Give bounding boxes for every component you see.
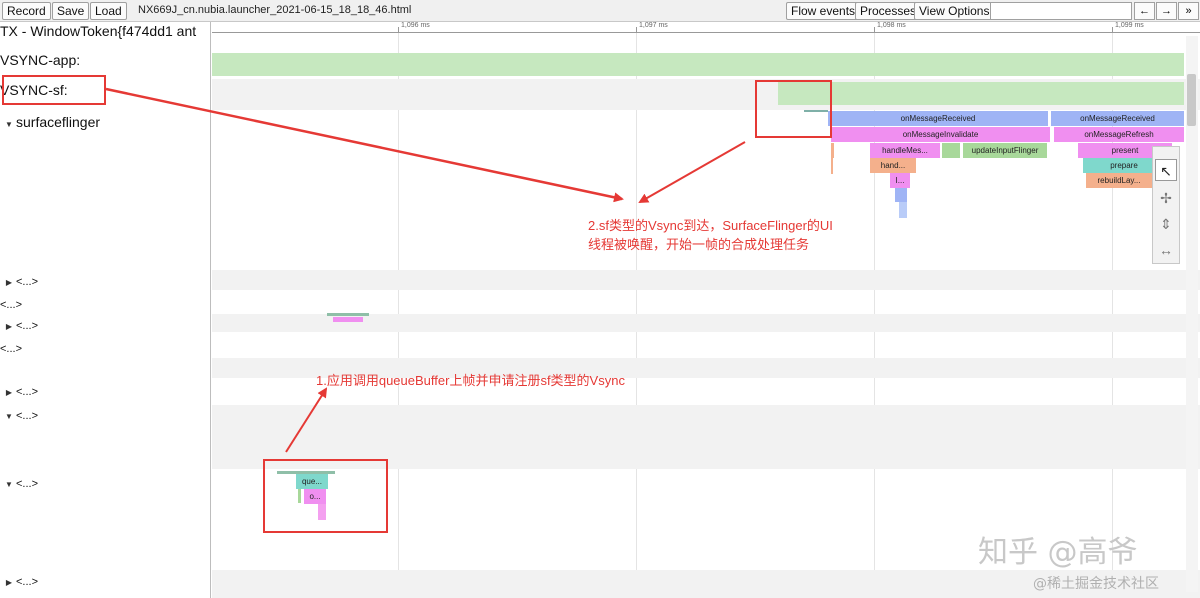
track-label-window-token: TX - WindowToken{f474dd1 ant (0, 23, 197, 39)
flow-events-button[interactable]: Flow events (786, 2, 861, 20)
search-input[interactable] (990, 2, 1132, 20)
more-button[interactable]: » (1178, 2, 1199, 20)
note-line: 2.sf类型的Vsync到达，SurfaceFlinger的UI (588, 218, 833, 233)
highlight-box-vsync-sf (2, 75, 106, 105)
small-slice[interactable] (895, 188, 907, 202)
expand-triangle-icon[interactable]: ▼ (2, 120, 16, 129)
highlight-box-queue-buffer (263, 459, 388, 533)
load-button[interactable]: Load (90, 2, 127, 20)
ruler-label: 1,099 ms (1115, 22, 1144, 29)
slice-on-message-invalidate[interactable]: onMessageInvalidate (831, 127, 1050, 142)
thread-label: <...> (0, 299, 23, 311)
scrollbar-thumb[interactable] (1187, 74, 1196, 126)
thread-label: <...> (16, 276, 39, 288)
thread-label: <...> (0, 343, 23, 355)
track-labels-panel: TX - WindowToken{f474dd1 ant VSYNC-app: … (0, 22, 211, 598)
timing-tool-icon[interactable]: ↔ (1155, 239, 1177, 261)
thread-row-5[interactable]: ▶ <...> (2, 386, 38, 398)
small-slice[interactable] (831, 158, 833, 174)
small-slice[interactable] (327, 313, 369, 316)
small-slice[interactable] (831, 143, 834, 158)
select-tool-icon[interactable]: ↖ (1155, 159, 1177, 181)
watermark-juejin: @稀土掘金技术社区 (1033, 576, 1159, 592)
expand-triangle-icon[interactable]: ▼ (2, 480, 16, 489)
thread-row-6[interactable]: ▼ <...> (2, 410, 38, 422)
tool-palette: ↖ ✢ ⇕ ↔ (1152, 146, 1180, 264)
slice-handle-message[interactable]: handleMes... (870, 143, 940, 158)
toolbar: Record Save Load NX669J_cn.nubia.launche… (0, 0, 1200, 22)
collapse-triangle-icon[interactable]: ▶ (2, 322, 16, 331)
collapse-triangle-icon[interactable]: ▶ (2, 278, 16, 287)
thread-row-1[interactable]: ▶ <...> (2, 276, 38, 288)
ruler-label: 1,098 ms (877, 22, 906, 29)
thread-label: <...> (16, 478, 39, 490)
small-slice[interactable] (333, 317, 363, 322)
save-button[interactable]: Save (52, 2, 90, 20)
slice-on-message-received[interactable]: onMessageReceived (1051, 111, 1184, 126)
zoom-tool-icon[interactable]: ⇕ (1155, 213, 1177, 235)
thread-row-8[interactable]: ▶ <...> (2, 576, 38, 588)
time-ruler[interactable]: 1,096 ms 1,097 ms 1,098 ms 1,099 ms (212, 22, 1200, 33)
vsync-sf-counter[interactable] (778, 82, 1184, 105)
record-button[interactable]: Record (2, 2, 51, 20)
trace-title: NX669J_cn.nubia.launcher_2021-06-15_18_1… (138, 4, 412, 16)
timeline-scrollbar[interactable] (1186, 36, 1198, 592)
thread-row-bg (212, 270, 1200, 290)
thread-label: <...> (16, 410, 39, 422)
collapse-triangle-icon[interactable]: ▶ (2, 578, 16, 587)
thread-row-3[interactable]: ▶ <...> (2, 320, 38, 332)
annotation-note-1: 1.应用调用queueBuffer上帧并申请注册sf类型的Vsync (316, 373, 625, 388)
thread-row-2[interactable]: <...> (0, 299, 22, 311)
vsync-app-counter[interactable] (212, 53, 1184, 76)
process-label: surfaceflinger (16, 114, 101, 130)
expand-triangle-icon[interactable]: ▼ (2, 412, 16, 421)
find-prev-button[interactable]: ← (1134, 2, 1155, 20)
slice-on-message-received[interactable]: onMessageReceived (828, 111, 1048, 126)
find-next-button[interactable]: → (1156, 2, 1177, 20)
ruler-label: 1,096 ms (401, 22, 430, 29)
thread-label: <...> (16, 320, 39, 332)
track-label-vsync-app: VSYNC-app: (0, 52, 81, 68)
view-options-button[interactable]: View Options (914, 2, 995, 20)
note-line: 线程被唤醒，开始一帧的合成处理任务 (588, 237, 810, 252)
thread-label: <...> (16, 386, 39, 398)
small-slice[interactable] (942, 143, 960, 158)
small-slice[interactable] (899, 202, 907, 218)
slice-i[interactable]: I... (890, 173, 910, 188)
slice-rebuild-layers[interactable]: rebuildLay... (1086, 173, 1152, 188)
slice-on-message-refresh[interactable]: onMessageRefresh (1054, 127, 1184, 142)
thread-row-7[interactable]: ▼ <...> (2, 478, 38, 490)
collapse-triangle-icon[interactable]: ▶ (2, 388, 16, 397)
pan-tool-icon[interactable]: ✢ (1155, 187, 1177, 209)
process-surfaceflinger[interactable]: ▼ surfaceflinger (2, 114, 100, 130)
annotation-note-2: 2.sf类型的Vsync到达，SurfaceFlinger的UI 线程被唤醒，开… (588, 216, 888, 254)
slice-hand[interactable]: hand... (870, 158, 916, 173)
thread-label: <...> (16, 576, 39, 588)
watermark-zhihu: 知乎 @高爷 (978, 535, 1138, 570)
processes-button[interactable]: Processes (855, 2, 922, 20)
slice-update-input-flinger[interactable]: updateInputFlinger (963, 143, 1047, 158)
thread-row-4[interactable]: <...> (0, 343, 22, 355)
highlight-box-sf-start (755, 80, 832, 138)
ruler-label: 1,097 ms (639, 22, 668, 29)
